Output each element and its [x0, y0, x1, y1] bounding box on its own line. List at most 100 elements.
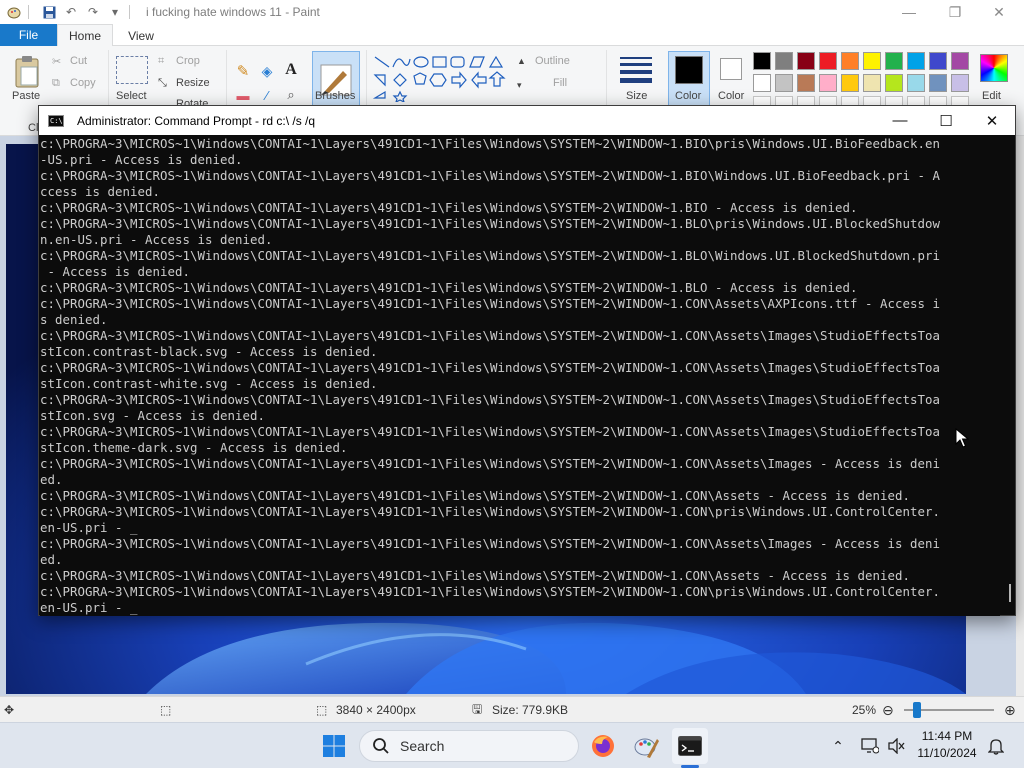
palette-swatch[interactable] [863, 74, 881, 92]
palette-swatch[interactable] [951, 74, 969, 92]
redo-icon[interactable]: ↷ [85, 4, 101, 20]
edit-colors-icon[interactable] [980, 54, 1008, 82]
tab-file[interactable]: File [0, 24, 57, 46]
start-button[interactable] [316, 728, 352, 764]
firefox-icon [592, 735, 614, 757]
fill-dropdown[interactable]: Fill [553, 77, 567, 89]
palette-swatch[interactable] [819, 52, 837, 70]
chevron-up-icon[interactable]: ⌃ [828, 736, 848, 756]
shapes-gallery[interactable] [372, 54, 522, 102]
zoom-out-button[interactable]: ⊖ [882, 697, 894, 723]
palette-swatch[interactable] [841, 52, 859, 70]
cmd-app-icon: C:\ [48, 114, 64, 127]
taskbar: Search ⌃ 11:44 PM 11/10/2024 [0, 722, 1024, 768]
shapes-scroll-up-icon[interactable]: ▲ [517, 56, 526, 66]
zoom-level: 25% [852, 703, 877, 717]
palette-swatch[interactable] [819, 74, 837, 92]
copy-icon: ⧉ [52, 77, 60, 89]
file-size: Size: 779.9KB [492, 703, 569, 717]
shapes-more-icon[interactable]: ▾ [517, 80, 522, 91]
search-label: Search [400, 738, 445, 754]
palette-swatch[interactable] [885, 52, 903, 70]
paint-icon [634, 738, 659, 758]
clock-time: 11:44 PM [921, 729, 973, 743]
taskbar-clock[interactable]: 11:44 PM 11/10/2024 [912, 728, 982, 764]
resize-icon: ⤡ [158, 77, 167, 89]
palette-swatch[interactable] [907, 52, 925, 70]
paint-maximize-button[interactable]: ❐ [932, 0, 978, 24]
color2-label[interactable]: Color [718, 90, 744, 102]
save-icon[interactable] [41, 4, 57, 20]
paint-status-bar: ✥ ⬚ ⬚ 3840 × 2400px 🖫 Size: 779.9KB 25% … [0, 696, 1024, 722]
notification-icon[interactable] [986, 736, 1006, 756]
mouse-pointer-icon [955, 428, 969, 448]
palette-swatch[interactable] [885, 74, 903, 92]
pencil-icon[interactable]: ✎ [234, 62, 252, 80]
paint-close-button[interactable]: ✕ [976, 0, 1022, 24]
size-icon[interactable] [618, 54, 654, 84]
undo-icon[interactable]: ↶ [63, 4, 79, 20]
magnifier-icon[interactable]: ⌕ [282, 87, 300, 102]
console-output[interactable]: c:\PROGRA~3\MICROS~1\Windows\CONTAI~1\La… [40, 136, 1000, 616]
customize-quick-access-icon[interactable]: ▾ [107, 4, 123, 20]
network-icon[interactable] [860, 736, 880, 756]
zoom-slider-thumb[interactable] [913, 702, 921, 718]
paint-window-title: i fucking hate windows 11 - Paint [146, 5, 320, 19]
palette-swatch[interactable] [753, 52, 771, 70]
palette-swatch[interactable] [797, 74, 815, 92]
palette-swatch[interactable] [775, 52, 793, 70]
brushes-label: Brushes [315, 90, 356, 102]
palette-swatch[interactable] [907, 74, 925, 92]
paint-vertical-scrollbar[interactable] [1016, 136, 1024, 696]
zoom-in-button[interactable]: ⊕ [1004, 697, 1016, 723]
palette-swatch[interactable] [951, 52, 969, 70]
fill-bucket-icon[interactable]: ◈ [258, 62, 276, 80]
taskbar-terminal-button[interactable] [672, 728, 708, 764]
edit-colors-button[interactable]: Edit [982, 90, 1001, 102]
text-tool-icon[interactable]: A [282, 60, 300, 80]
crop-icon: ⌗ [158, 55, 165, 67]
volume-icon[interactable] [886, 736, 906, 756]
command-prompt-window[interactable]: C:\ Administrator: Command Prompt - rd c… [38, 105, 1016, 616]
cmd-maximize-button[interactable]: ☐ [923, 106, 969, 135]
selection-size-icon: ⬚ [160, 703, 172, 717]
paste-button[interactable]: Paste [12, 90, 40, 102]
palette-swatch[interactable] [753, 74, 771, 92]
cmd-close-button[interactable]: ✕ [969, 106, 1015, 135]
paste-icon[interactable] [12, 54, 42, 90]
image-dimensions: 3840 × 2400px [336, 703, 416, 717]
color-picker-icon[interactable]: ⁄ [258, 88, 276, 103]
copy-button[interactable]: Copy [70, 77, 96, 89]
select-icon[interactable] [116, 56, 148, 84]
cmd-minimize-button[interactable]: — [877, 106, 923, 135]
image-dimensions-icon: ⬚ [316, 703, 328, 717]
cmd-scrollbar-thumb[interactable] [1009, 584, 1011, 602]
paint-app-icon [6, 4, 22, 20]
size-button[interactable]: Size [626, 90, 647, 102]
palette-swatch[interactable] [775, 74, 793, 92]
palette-swatch[interactable] [929, 52, 947, 70]
cursor-position-icon: ✥ [4, 703, 15, 717]
resize-button[interactable]: Resize [176, 77, 210, 89]
cmd-title-bar[interactable]: C:\ Administrator: Command Prompt - rd c… [39, 106, 1015, 135]
eraser-icon[interactable]: ▬ [234, 88, 252, 103]
palette-swatch[interactable] [841, 74, 859, 92]
paint-minimize-button[interactable]: — [886, 0, 932, 24]
taskbar-paint-button[interactable] [628, 728, 664, 764]
clock-date: 11/10/2024 [917, 746, 977, 760]
taskbar-search-box[interactable]: Search [359, 730, 579, 762]
palette-swatch[interactable] [797, 52, 815, 70]
paint-ribbon-tabs: File Home View [0, 24, 1024, 47]
cmd-window-title: Administrator: Command Prompt - rd c:\ /… [77, 113, 316, 128]
outline-dropdown[interactable]: Outline [535, 55, 570, 67]
crop-button[interactable]: Crop [176, 55, 200, 67]
cut-button[interactable]: Cut [70, 55, 87, 67]
paint-title-bar: ↶ ↷ ▾ i fucking hate windows 11 - Paint … [0, 0, 1024, 24]
select-button[interactable]: Select [116, 90, 147, 102]
palette-swatch[interactable] [929, 74, 947, 92]
color2-swatch[interactable] [720, 58, 742, 80]
tab-home[interactable]: Home [57, 24, 113, 47]
taskbar-firefox-button[interactable] [585, 728, 621, 764]
palette-swatch[interactable] [863, 52, 881, 70]
tab-view[interactable]: View [113, 24, 169, 47]
